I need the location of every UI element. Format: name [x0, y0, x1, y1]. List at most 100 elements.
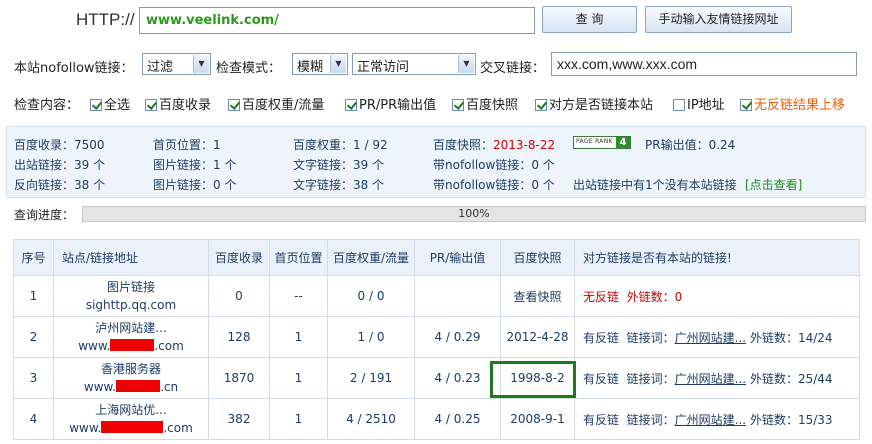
check-baidu-index[interactable]: 百度收录 — [145, 94, 211, 113]
anchor-link[interactable]: 广州网站建... — [675, 372, 746, 386]
redaction-mark — [101, 421, 164, 433]
checkbox-icon[interactable] — [452, 99, 464, 111]
stat-image-links-2: 图片链接：0 个 — [153, 178, 237, 192]
chevron-down-icon: ▼ — [458, 55, 474, 73]
check-no-backlink-up[interactable]: 无反链结果上移 — [740, 94, 845, 113]
weight: 4 / 2510 — [327, 398, 415, 440]
anchor-link[interactable]: 广州网站建... — [675, 413, 746, 427]
checkbox-icon[interactable] — [90, 99, 102, 111]
col-header: 序号 — [13, 239, 54, 276]
stat-pr-out: PR输出值：0.24 — [645, 138, 736, 152]
site-name[interactable]: 香港服务器 — [54, 360, 208, 378]
query-button[interactable]: 查 询 — [542, 6, 637, 33]
check-link-back[interactable]: 对方是否链接本站 — [535, 94, 653, 113]
redaction-mark — [116, 380, 161, 392]
row-no: 4 — [13, 398, 54, 440]
check-label: 无反链结果上移 — [754, 98, 846, 113]
access-select[interactable]: 正常访问 ▼ — [352, 53, 476, 75]
baidu-index: 128 — [208, 316, 270, 358]
pagerank-badge-icon: PAGE RANK 4 — [573, 136, 631, 150]
view-link[interactable]: [点击查看] — [745, 176, 802, 193]
site-url[interactable]: sighttp.qq.com — [54, 296, 208, 314]
check-pr[interactable]: PR/PR输出值 — [345, 94, 436, 113]
home-pos: 1 — [269, 398, 328, 440]
check-label: 百度快照 — [466, 98, 519, 113]
snapshot-date: 2008-9-1 — [500, 398, 575, 440]
access-select-value: 正常访问 — [357, 60, 410, 75]
site-url[interactable]: www. .com — [54, 419, 208, 437]
manual-input-button[interactable]: 手动输入友情链接网址 — [645, 6, 792, 33]
mode-select[interactable]: 模糊 ▼ — [292, 53, 348, 75]
row-no: 3 — [13, 357, 54, 399]
home-pos: 1 — [269, 357, 328, 399]
site-url[interactable]: www. .com — [54, 337, 208, 355]
check-label: 百度权重/流量 — [242, 98, 325, 113]
mode-select-value: 模糊 — [297, 60, 324, 75]
nofollow-select-value: 过滤 — [147, 60, 174, 75]
row-no: 1 — [13, 275, 54, 317]
snapshot-date: 2012-4-28 — [500, 316, 575, 358]
progress-label: 查询进度： — [14, 208, 75, 222]
weight: 0 / 0 — [327, 275, 415, 317]
col-header: 百度权重/流量 — [327, 239, 415, 276]
nofollow-select[interactable]: 过滤 ▼ — [142, 53, 211, 75]
anchor-link[interactable]: 广州网站建... — [675, 331, 746, 345]
stat-image-links: 图片链接：1 个 — [153, 158, 237, 172]
site-cell[interactable]: 泸州网站建... www. .com — [53, 316, 209, 358]
check-baidu-snapshot[interactable]: 百度快照 — [452, 94, 518, 113]
stat-backlinks: 反向链接：38 个 — [14, 178, 106, 192]
pr: 4 / 0.25 — [414, 398, 501, 440]
snapshot-link[interactable]: 查看快照 — [500, 275, 575, 317]
stat-nofollow-2: 带nofollow链接：0 个 — [433, 178, 555, 192]
results-table: 序号 站点/链接地址 百度收录 首页位置 百度权重/流量 PR/输出值 百度快照… — [13, 239, 860, 440]
site-cell[interactable]: 香港服务器 www. .cn — [53, 357, 209, 399]
check-label: IP地址 — [687, 98, 725, 113]
table-row: 4 上海网站优... www. .com 382 1 4 / 2510 4 / 0… — [13, 398, 860, 440]
check-baidu-weight[interactable]: 百度权重/流量 — [228, 94, 324, 113]
baidu-index: 1870 — [208, 357, 270, 399]
check-ip[interactable]: IP地址 — [673, 94, 725, 113]
check-label: 对方是否链接本站 — [549, 98, 654, 113]
site-name[interactable]: 图片链接 — [54, 278, 208, 296]
site-url[interactable]: www. .cn — [54, 378, 208, 396]
checkbox-icon[interactable] — [740, 99, 752, 111]
site-cell[interactable]: 图片链接 sighttp.qq.com — [53, 275, 209, 317]
checkbox-icon[interactable] — [345, 99, 357, 111]
home-pos: 1 — [269, 316, 328, 358]
checkbox-icon[interactable] — [228, 99, 240, 111]
weight: 2 / 191 — [327, 357, 415, 399]
checkbox-icon[interactable] — [535, 99, 547, 111]
chevron-down-icon: ▼ — [330, 55, 346, 73]
link-result: 有反链 链接词：广州网站建... 外链数：15/33 — [574, 398, 860, 440]
check-label: PR/PR输出值 — [359, 98, 437, 113]
checkbox-icon[interactable] — [145, 99, 157, 111]
link-result: 无反链 外链数：0 — [574, 275, 860, 317]
col-header: 百度收录 — [208, 239, 270, 276]
url-input[interactable]: www.veelink.com/ — [139, 7, 535, 34]
table-row: 2 泸州网站建... www. .com 128 1 1 / 0 4 / 0.29… — [13, 316, 860, 358]
http-label: HTTP:// — [76, 10, 135, 29]
checkbox-icon[interactable] — [673, 99, 685, 111]
mode-label: 检查模式： — [216, 61, 282, 76]
check-select-all[interactable]: 全选 — [90, 94, 130, 113]
nofollow-label: 本站nofollow链接： — [14, 61, 134, 76]
site-name[interactable]: 泸州网站建... — [54, 319, 208, 337]
stat-snapshot: 百度快照：2013-8-22 — [433, 138, 556, 152]
col-header: 站点/链接地址 — [53, 239, 209, 276]
extra-text: 外链数：0 — [626, 289, 683, 304]
col-header: PR/输出值 — [414, 239, 501, 276]
link-result: 有反链 链接词：广州网站建... 外链数：25/44 — [574, 357, 860, 399]
table-row: 1 图片链接 sighttp.qq.com 0 -- 0 / 0 查看快照 无反… — [13, 275, 860, 317]
stat-outbound: 出站链接：39 个 — [14, 158, 106, 172]
stat-baidu-index: 百度收录：7500 — [14, 138, 105, 152]
highlight-box — [490, 361, 576, 398]
stat-home-pos: 首页位置：1 — [153, 138, 221, 152]
row-no: 2 — [13, 316, 54, 358]
home-pos: -- — [269, 275, 328, 317]
table-header-row: 序号 站点/链接地址 百度收录 首页位置 百度权重/流量 PR/输出值 百度快照… — [13, 239, 860, 276]
site-cell[interactable]: 上海网站优... www. .com — [53, 398, 209, 440]
site-name[interactable]: 上海网站优... — [54, 401, 208, 419]
baidu-index: 0 — [208, 275, 270, 317]
link-result: 有反链 链接词：广州网站建... 外链数：14/24 — [574, 316, 860, 358]
cross-link-input[interactable]: xxx.com,www.xxx.com — [551, 52, 857, 76]
